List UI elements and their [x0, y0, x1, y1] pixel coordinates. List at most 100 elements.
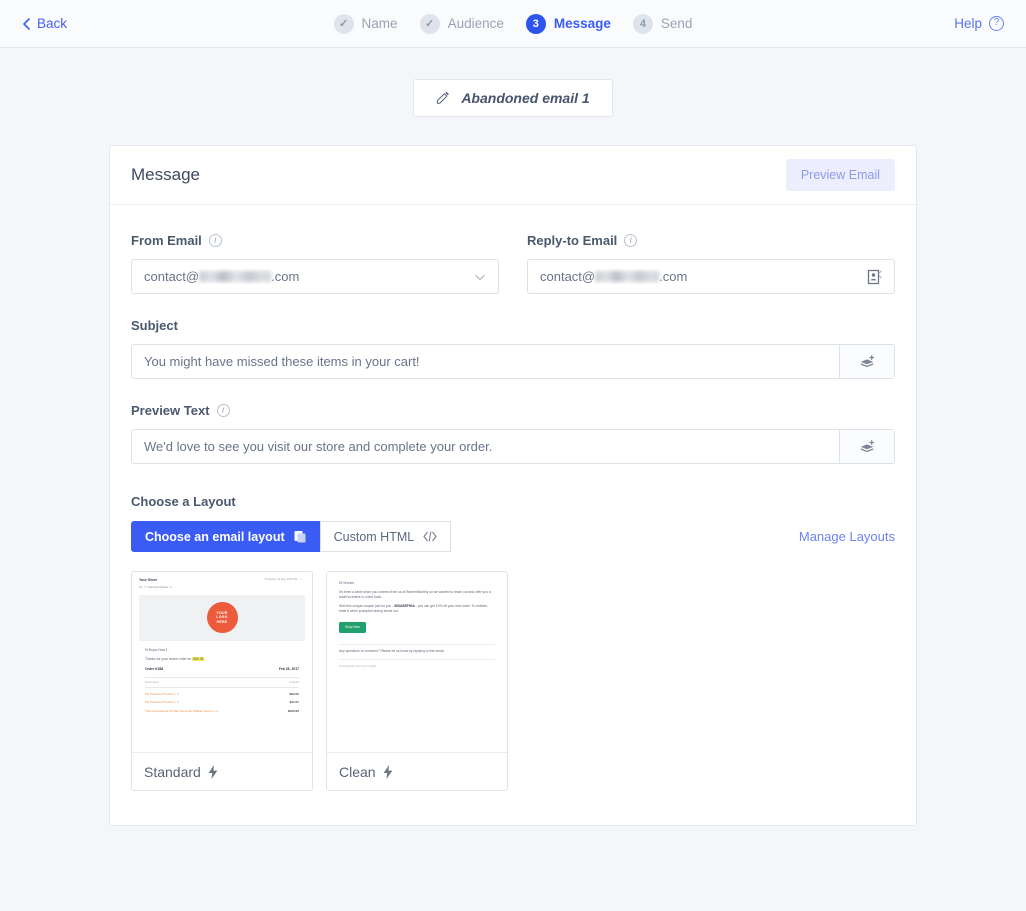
step-send-label: Send: [660, 16, 693, 31]
mini-line-item: The Confessions Of Nat Turner By William…: [145, 709, 299, 714]
from-email-label-row: From Email i: [131, 233, 499, 248]
lightning-bolt-icon: [383, 764, 392, 779]
mini-recipient: To: << Test First Name >>: [139, 585, 173, 590]
lightning-bolt-icon: [208, 764, 218, 779]
mini-paragraph-1: It's been a while since you ordered from…: [339, 590, 491, 600]
chevron-left-icon: [23, 17, 30, 30]
help-label: Help: [954, 16, 982, 31]
reply-to-email-input[interactable]: contact@ .com: [527, 259, 895, 294]
step-send-bubble: 4: [632, 13, 653, 34]
tab-custom-html-label: Custom HTML: [333, 529, 415, 544]
mini-divider: [339, 658, 495, 660]
subject-label-row: Subject: [131, 318, 895, 333]
top-navigation-bar: Back ✓ Name ✓ Audience 3 Message 4 Send …: [0, 0, 1026, 48]
back-button[interactable]: Back: [22, 16, 67, 31]
address-book-button[interactable]: [867, 269, 882, 285]
step-audience-bubble: ✓: [419, 13, 440, 34]
layout-card-standard[interactable]: Your Store Thursday, 31 Aug, 8:53 PM ☆ ⋯…: [131, 571, 313, 791]
subject-group: Subject You might have missed these item…: [131, 318, 895, 379]
email-chip-wrapper: Abandoned email 1: [0, 79, 1026, 117]
from-email-info-icon[interactable]: i: [208, 234, 222, 247]
mini-hero-band: YOUR LOGO HERE: [139, 594, 305, 641]
layout-preview-clean: Hi Vernice, It's been a while since you …: [327, 572, 507, 753]
preview-text-label-row: Preview Text i: [131, 403, 895, 418]
chevron-down-icon: [475, 274, 485, 280]
subject-label: Subject: [131, 318, 178, 333]
step-indicator: ✓ Name ✓ Audience 3 Message 4 Send: [0, 13, 1026, 34]
redacted-domain: [595, 271, 660, 282]
reply-to-email-label-row: Reply-to Email i: [527, 233, 895, 248]
redacted-domain: [199, 271, 272, 282]
page-title: Message: [131, 165, 200, 184]
mini-email-standard: Your Store Thursday, 31 Aug, 8:53 PM ☆ ⋯…: [139, 578, 305, 714]
mini-logo-placeholder: YOUR LOGO HERE: [206, 602, 238, 634]
step-name-label: Name: [361, 16, 398, 31]
layout-clean-footer: Clean: [327, 753, 507, 790]
question-mark-icon: ?: [989, 16, 1004, 31]
mini-order-row: Order K088 Feb 28, 2017: [145, 666, 299, 671]
from-email-select[interactable]: contact@ .com: [131, 259, 499, 294]
from-email-label: From Email: [131, 233, 202, 248]
reply-to-email-group: Reply-to Email i contact@ .com: [527, 233, 895, 294]
address-book-icon: [867, 269, 882, 284]
mini-line-item: My Preorder Product × 1 $60.00: [145, 691, 299, 696]
abandoned-email-tab[interactable]: Abandoned email 1: [413, 79, 613, 117]
tab-custom-html[interactable]: Custom HTML: [319, 521, 452, 552]
preview-text-input-wrapper: We'd love to see you visit our store and…: [131, 429, 895, 464]
tab-choose-email-layout-label: Choose an email layout: [145, 529, 285, 544]
layout-standard-footer: Standard: [132, 753, 312, 790]
step-name-bubble: ✓: [333, 13, 354, 34]
mini-divider: [339, 643, 495, 645]
reply-to-email-value: contact@ .com: [540, 269, 688, 284]
layout-clean-name: Clean: [339, 763, 376, 780]
message-card-body: From Email i contact@ .com Reply-to Email…: [110, 205, 916, 825]
mini-email-clean: Hi Vernice, It's been a while since you …: [334, 578, 500, 671]
layout-mode-toggle: Choose an email layout Custom HTML Manag…: [131, 521, 895, 552]
preview-text-merge-tag-button[interactable]: [839, 429, 895, 464]
reply-to-email-info-icon[interactable]: i: [624, 234, 638, 247]
preview-email-button[interactable]: Preview Email: [785, 159, 895, 191]
step-message[interactable]: 3 Message: [525, 13, 611, 34]
tab-choose-email-layout[interactable]: Choose an email layout: [131, 521, 320, 552]
choose-layout-section: Choose a Layout Choose an email layout C…: [131, 494, 895, 791]
step-audience-label: Audience: [447, 16, 504, 31]
mini-date: Thursday, 31 Aug, 8:53 PM ☆ ⋯: [264, 578, 305, 581]
mini-table-header: Description Amount: [145, 677, 299, 689]
subject-input[interactable]: You might have missed these items in you…: [131, 344, 839, 379]
preview-text-value: We'd love to see you visit our store and…: [144, 439, 493, 454]
layout-preview-standard: Your Store Thursday, 31 Aug, 8:53 PM ☆ ⋯…: [132, 572, 312, 753]
layout-card-clean[interactable]: Hi Vernice, It's been a while since you …: [326, 571, 508, 791]
code-icon: [423, 531, 437, 542]
step-message-bubble: 3: [525, 13, 546, 34]
step-name[interactable]: ✓ Name: [333, 13, 398, 34]
mini-paragraph-3: Any questions or concerns? Please let us…: [339, 648, 445, 653]
mini-greeting: Hi Bryce Now 1,: [145, 647, 169, 652]
step-audience[interactable]: ✓ Audience: [419, 13, 504, 34]
mini-line-item: My Preorder Product × 1 $41.07: [145, 700, 299, 705]
preview-text-label: Preview Text: [131, 403, 210, 418]
abandoned-email-label: Abandoned email 1: [461, 90, 590, 106]
help-link[interactable]: Help ?: [954, 16, 1004, 31]
email-address-row: From Email i contact@ .com Reply-to Email…: [131, 233, 895, 294]
layout-thumbnail-row: Your Store Thursday, 31 Aug, 8:53 PM ☆ ⋯…: [131, 571, 895, 791]
reply-to-email-label: Reply-to Email: [527, 233, 618, 248]
preview-text-input[interactable]: We'd love to see you visit our store and…: [131, 429, 839, 464]
from-email-value: contact@ .com: [144, 269, 300, 284]
mini-paragraph-2: With this unique coupon just for you - 9…: [339, 604, 489, 614]
merge-tag-icon: [860, 354, 875, 367]
message-card-header: Message Preview Email: [110, 146, 916, 205]
preview-text-group: Preview Text i We'd love to see you visi…: [131, 403, 895, 464]
mini-intro: Thanks for your recent order for $86.38.: [145, 657, 206, 662]
merge-tag-icon: [860, 439, 875, 452]
step-send[interactable]: 4 Send: [632, 13, 693, 34]
mini-store-name: Your Store: [139, 578, 158, 582]
subject-merge-tag-button[interactable]: [839, 344, 895, 379]
from-email-group: From Email i contact@ .com: [131, 233, 499, 294]
subject-input-wrapper: You might have missed these items in you…: [131, 344, 895, 379]
mini-greeting: Hi Vernice,: [339, 581, 355, 585]
layout-standard-name: Standard: [144, 763, 201, 780]
manage-layouts-link[interactable]: Manage Layouts: [799, 529, 895, 544]
preview-text-info-icon[interactable]: i: [216, 404, 230, 417]
mini-unsubscribe: Unsubscribe from our emails: [339, 663, 376, 668]
mini-shop-now-button: Shop Now: [339, 621, 366, 633]
